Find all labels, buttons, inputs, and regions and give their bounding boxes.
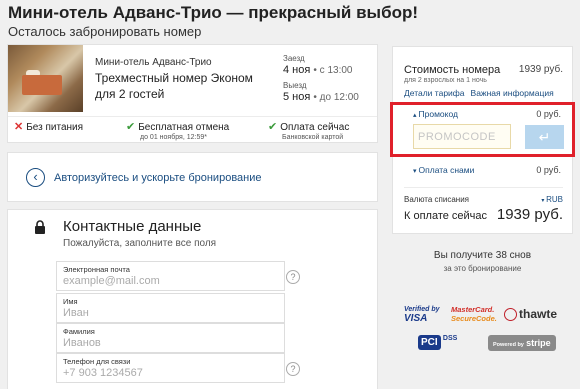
room-price: 1939 руб. [518,64,563,75]
pay-with-miles-value: 0 руб. [536,165,561,175]
check-icon: ✔ [268,121,278,133]
checkin-time: с 13:00 [319,65,353,76]
triangle-icon: ▾ [413,168,417,175]
page-title: Мини-отель Адванс-Трио — прекрасный выбо… [8,3,419,22]
last-name-label: Фамилия [63,327,95,336]
verified-by-visa-logo: Verified by VISA [404,306,440,324]
check-icon: ✔ [126,121,136,133]
total-price: 1939 руб. [496,206,563,223]
first-name-label: Имя [63,297,78,306]
login-link[interactable]: Авторизуйтесь и ускорьте бронирование [54,172,262,184]
first-name-field[interactable]: Имя [56,293,285,323]
thawte-logo: thawte [504,307,557,322]
bonus-info: Вы получите 38 снов за это бронирование [392,249,573,273]
page-header: Мини-отель Адванс-Трио — прекрасный выбо… [8,2,418,40]
payment-method: Банковской картой [282,134,344,141]
booking-features: ✕ Без питания ✔ Бесплатная отмена до 01 но… [8,116,377,142]
hotel-name: Мини-отель Адванс-Трио [95,57,212,68]
total-label: К оплате сейчас [404,210,488,222]
x-icon: ✕ [14,121,24,133]
pay-with-miles-toggle[interactable]: ▾ Оплата снами [413,165,474,175]
lock-icon [35,220,45,234]
tariff-details-link[interactable]: Детали тарифа [404,88,465,98]
phone-field[interactable]: Телефон для связи [56,353,285,383]
help-icon[interactable]: ? [286,270,300,284]
feature-cancellation: ✔ Бесплатная отмена до 01 ноября, 12:59* [126,121,230,141]
help-icon[interactable]: ? [286,362,300,376]
security-logos: Verified by VISA MasterCard. SecureCode.… [400,303,575,363]
mastercard-securecode-logo: MasterCard. SecureCode. [451,305,497,323]
room-photo[interactable] [8,45,83,112]
pci-dss-logo: PCI DSS [418,335,457,350]
contact-card: Контактные данные Пожалуйста, заполните … [7,209,378,389]
contact-subtitle: Пожалуйста, заполните все поля [63,238,217,249]
login-prompt-card[interactable]: ‹ Авторизуйтесь и ускорьте бронирование [7,152,378,202]
phone-label: Телефон для связи [63,357,131,366]
checkin-block: Заезд 4 ноя • с 13:00 [283,54,353,76]
guests-nights: для 2 взрослых на 1 ночь [404,77,487,84]
price-title: Стоимость номера [404,64,501,76]
cancellation-deadline: до 01 ноября, 12:59* [140,134,207,141]
feature-meals: ✕ Без питания [14,121,84,133]
chevron-left-icon[interactable]: ‹ [26,168,45,187]
email-label: Электронная почта [63,265,130,274]
checkout-block: Выезд 5 ноя • до 12:00 [283,81,359,103]
checkout-date: 5 ноя [283,91,311,103]
bonus-sub: за это бронирование [443,264,522,273]
feature-payment: ✔ Оплата сейчас Банковской картой [268,121,350,141]
currency-selector[interactable]: ▾ RUB [541,195,563,204]
last-name-input[interactable] [63,337,278,349]
checkin-date: 4 ноя [283,64,311,76]
contact-title: Контактные данные [63,218,202,235]
powered-by-stripe-logo: Powered by stripe [488,335,556,351]
first-name-input[interactable] [63,307,278,319]
phone-input[interactable] [63,367,278,379]
email-field[interactable]: Электронная почта [56,261,285,291]
checkin-label: Заезд [283,54,305,63]
checkout-time: до 12:00 [319,92,359,103]
important-info-link[interactable]: Важная информация [471,88,554,98]
booking-summary-card: Мини-отель Адванс-Трио Трехместный номер… [7,44,378,143]
bonus-main: Вы получите 38 снов [433,250,532,261]
room-name: Трехместный номер Эконом для 2 гостей [95,71,253,101]
last-name-field[interactable]: Фамилия [56,323,285,353]
currency-label: Валюта списания [404,195,469,204]
divider [404,187,563,188]
checkout-label: Выезд [283,81,307,90]
promo-highlight-frame [390,102,575,157]
email-input[interactable] [63,275,278,287]
page-subtitle: Осталось забронировать номер [8,24,202,39]
